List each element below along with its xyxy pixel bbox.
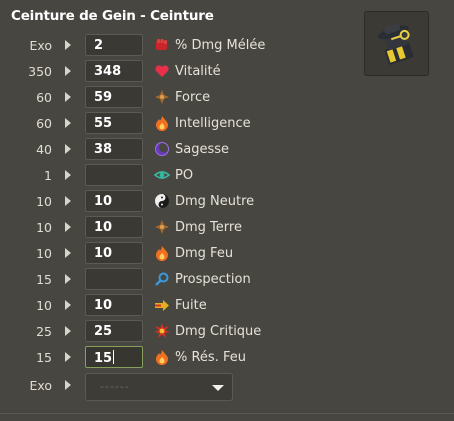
item-stats-panel: Ceinture de Gein - Ceinture Exo 2 % Dmg …: [0, 0, 454, 421]
stat-input[interactable]: 10: [85, 294, 143, 316]
heart-icon: [155, 65, 169, 77]
stat-input-focused[interactable]: 15: [85, 346, 143, 368]
stat-input[interactable]: [85, 268, 143, 290]
apply-arrow-icon[interactable]: [65, 222, 71, 232]
base-value: 60: [36, 116, 52, 131]
chevron-down-icon: [212, 385, 224, 391]
stat-row: 10 10 Dmg Terre: [0, 216, 454, 240]
stat-row: 60 55 Intelligence: [0, 112, 454, 136]
wisdom-icon: [155, 142, 169, 156]
exo-select[interactable]: ------: [85, 373, 233, 401]
earth-element-icon: [155, 90, 169, 104]
stat-row: 10 10 Dmg Feu: [0, 242, 454, 266]
base-value: 1: [44, 168, 52, 183]
stat-label: % Rés. Feu: [175, 350, 246, 365]
base-value: 15: [36, 350, 52, 365]
stat-row: 350 348 Vitalité: [0, 60, 454, 84]
stat-row: 10 10 Fuite: [0, 294, 454, 318]
base-value: 10: [36, 246, 52, 261]
stat-row: 15 Prospection: [0, 268, 454, 292]
base-value: 60: [36, 90, 52, 105]
fire-element-icon: [156, 246, 168, 261]
stat-row: 60 59 Force: [0, 86, 454, 110]
stat-label: PO: [175, 168, 194, 183]
exo-row: Exo ------: [0, 373, 454, 403]
stat-label: Fuite: [175, 298, 207, 313]
stat-input[interactable]: 38: [85, 138, 143, 160]
stat-label: Intelligence: [175, 116, 251, 131]
base-value: 25: [36, 324, 52, 339]
stat-label: % Dmg Mélée: [175, 38, 266, 53]
base-value: 10: [36, 298, 52, 313]
apply-arrow-icon[interactable]: [65, 274, 71, 284]
stat-input[interactable]: 10: [85, 242, 143, 264]
prospecting-icon: [155, 272, 169, 286]
critical-icon: [154, 323, 170, 338]
stat-input-value: 15: [94, 351, 113, 366]
apply-arrow-icon[interactable]: [65, 326, 71, 336]
apply-arrow-icon[interactable]: [65, 380, 71, 390]
stat-input[interactable]: 2: [85, 34, 143, 56]
stat-row: 1 PO: [0, 164, 454, 188]
base-value: 10: [36, 220, 52, 235]
apply-arrow-icon[interactable]: [65, 92, 71, 102]
stat-row: Exo 2 % Dmg Mélée: [0, 34, 454, 58]
stat-label: Dmg Neutre: [175, 194, 255, 209]
stat-input[interactable]: 55: [85, 112, 143, 134]
stat-label: Prospection: [175, 272, 251, 287]
text-cursor: [113, 350, 115, 364]
apply-arrow-icon[interactable]: [65, 118, 71, 128]
base-value: 40: [36, 142, 52, 157]
apply-arrow-icon[interactable]: [65, 170, 71, 180]
stat-input[interactable]: 10: [85, 190, 143, 212]
neutral-element-icon: [155, 194, 169, 208]
apply-arrow-icon[interactable]: [65, 196, 71, 206]
divider: [0, 413, 454, 414]
base-value: Exo: [29, 378, 52, 393]
apply-arrow-icon[interactable]: [65, 300, 71, 310]
stat-row: 40 38 Sagesse: [0, 138, 454, 162]
stat-label: Dmg Feu: [175, 246, 234, 261]
stat-input[interactable]: [85, 164, 143, 186]
apply-arrow-icon[interactable]: [65, 144, 71, 154]
stat-input[interactable]: 10: [85, 216, 143, 238]
apply-arrow-icon[interactable]: [65, 248, 71, 258]
base-value: 10: [36, 194, 52, 209]
base-value: Exo: [29, 38, 52, 53]
apply-arrow-icon[interactable]: [65, 352, 71, 362]
stat-label: Dmg Critique: [175, 324, 262, 339]
flee-icon: [155, 300, 169, 311]
stat-row: 25 25 Dmg Critique: [0, 320, 454, 344]
exo-select-value: ------: [100, 380, 130, 393]
stat-row: 10 10 Dmg Neutre: [0, 190, 454, 214]
earth-element-icon: [155, 220, 169, 234]
stat-input[interactable]: 59: [85, 86, 143, 108]
fire-element-icon: [156, 350, 168, 365]
stat-label: Sagesse: [175, 142, 230, 157]
apply-arrow-icon[interactable]: [65, 40, 71, 50]
stat-input[interactable]: 25: [85, 320, 143, 342]
apply-arrow-icon[interactable]: [65, 66, 71, 76]
base-value: 350: [28, 64, 52, 79]
stat-input[interactable]: 348: [85, 60, 143, 82]
fist-icon: [156, 39, 167, 50]
stat-row: 15 15 % Rés. Feu: [0, 346, 454, 370]
fire-element-icon: [156, 116, 168, 131]
stat-label: Vitalité: [175, 64, 221, 79]
stat-label: Dmg Terre: [175, 220, 242, 235]
stat-label: Force: [175, 90, 211, 105]
base-value: 15: [36, 272, 52, 287]
range-eye-icon: [154, 171, 170, 179]
item-title: Ceinture de Gein - Ceinture: [11, 8, 214, 24]
